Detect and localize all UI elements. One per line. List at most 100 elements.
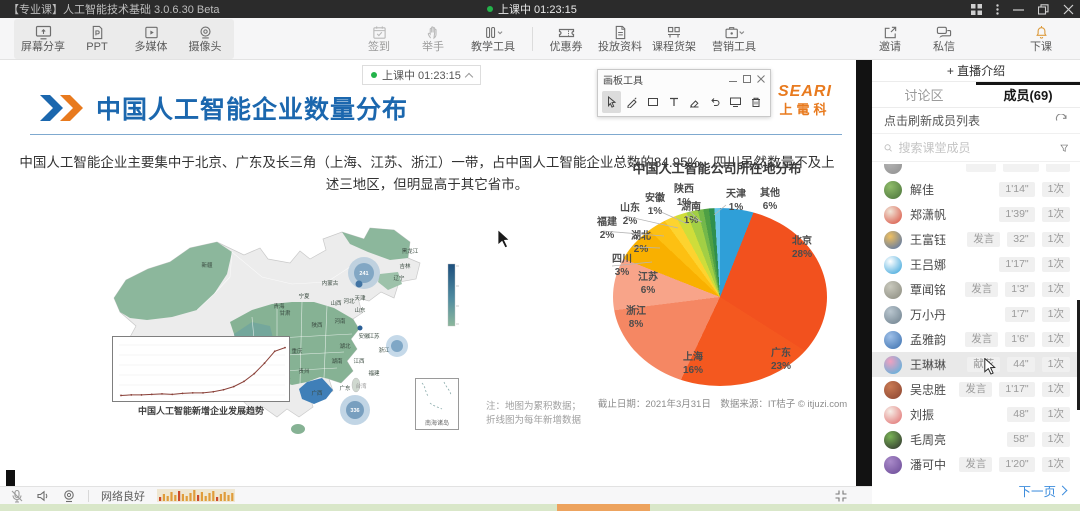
avatar xyxy=(884,306,902,324)
member-row[interactable]: 王富钰发言32"1次 xyxy=(872,227,1080,252)
whiteboard-tools-panel: 画板工具 xyxy=(597,69,771,117)
member-row[interactable]: 王琳琳献花44"1次 xyxy=(872,352,1080,377)
eraser-icon xyxy=(688,96,700,108)
screen-share-button[interactable]: 屏幕分享 xyxy=(16,19,70,59)
tool-rectangle[interactable] xyxy=(643,91,662,113)
app-window: 【专业课】人工智能技术基础 3.0.6.30 Beta 上课中 01:23:15… xyxy=(0,0,1080,511)
apps-grid-icon[interactable] xyxy=(971,4,982,15)
filter-funnel-icon[interactable] xyxy=(1060,142,1069,154)
svg-text:河南: 河南 xyxy=(334,317,346,325)
teaching-tools-button[interactable]: 教学工具 xyxy=(460,19,526,59)
end-class-bell-icon xyxy=(1034,25,1049,40)
avatar xyxy=(884,356,902,374)
hand-icon xyxy=(426,25,441,40)
ppt-button[interactable]: PPT xyxy=(70,19,124,59)
member-row[interactable]: 王吕娜1'17"1次 xyxy=(872,252,1080,277)
push-materials-button[interactable]: 投放资料 xyxy=(593,19,647,59)
seari-logo: SEARI 上電科 xyxy=(778,84,832,116)
class-status: 上课中 01:23:15 xyxy=(487,1,577,17)
count-badge: 1次 xyxy=(1042,432,1070,448)
tool-eraser[interactable] xyxy=(685,91,704,113)
member-row[interactable]: 潘可中发言1'20"1次 xyxy=(872,452,1080,477)
minimize-button[interactable] xyxy=(1013,4,1024,15)
tool-undo[interactable] xyxy=(706,91,725,113)
taskbar-strip xyxy=(0,504,1080,511)
raise-hand-button[interactable]: 举手 xyxy=(406,19,460,59)
badge-placeholder xyxy=(1003,164,1039,172)
svg-text:广东: 广东 xyxy=(339,384,351,392)
svg-text:甘肃: 甘肃 xyxy=(279,309,291,317)
statusbar-divider xyxy=(88,490,89,502)
action-badge: 发言 xyxy=(965,332,998,348)
svg-text:河北: 河北 xyxy=(343,297,355,305)
member-row[interactable]: 孟雅韵发言1'6"1次 xyxy=(872,327,1080,352)
refresh-member-list[interactable]: 点击刷新成员列表 xyxy=(872,108,1080,134)
trend-chart-caption: 中国人工智能新增企业发展趋势 xyxy=(112,404,290,417)
member-row[interactable] xyxy=(872,164,1080,177)
live-intro-button[interactable]: + 直播介绍 xyxy=(872,60,1080,82)
member-row[interactable]: 解佳1'14"1次 xyxy=(872,177,1080,202)
panel-minimize-icon[interactable] xyxy=(729,75,737,83)
count-badge: 1次 xyxy=(1042,382,1070,398)
member-row[interactable]: 万小丹1'7"1次 xyxy=(872,302,1080,327)
bubble-shanghai xyxy=(386,335,408,357)
trash-icon xyxy=(750,96,762,108)
tool-select[interactable] xyxy=(602,91,621,113)
close-button[interactable] xyxy=(1063,4,1074,15)
shelf-icon xyxy=(666,25,682,40)
tool-pen[interactable] xyxy=(623,91,642,113)
next-page-link[interactable]: 下一页 xyxy=(1018,481,1066,500)
floating-class-status[interactable]: 上课中 01:23:15 xyxy=(362,65,481,85)
speaker-icon[interactable] xyxy=(36,489,50,503)
live-dot-icon xyxy=(487,6,493,12)
action-badge: 发言 xyxy=(959,382,992,398)
webcam-status-icon[interactable] xyxy=(62,489,76,503)
member-row[interactable]: 毛周亮58"1次 xyxy=(872,427,1080,452)
svg-text:陕西: 陕西 xyxy=(311,321,323,329)
direct-message-button[interactable]: 私信 xyxy=(917,19,971,59)
svg-text:台湾: 台湾 xyxy=(355,382,367,390)
tab-discussion[interactable]: 讨论区 xyxy=(872,82,976,107)
tool-board[interactable] xyxy=(726,91,745,113)
invite-button[interactable]: 邀请 xyxy=(863,19,917,59)
pie-slice-label: 其他6% xyxy=(750,188,790,213)
end-class-button[interactable]: 下课 xyxy=(1014,19,1068,59)
pen-icon xyxy=(626,96,638,108)
member-row[interactable]: 郑潇帆1'39"1次 xyxy=(872,202,1080,227)
member-row[interactable]: 刘振48"1次 xyxy=(872,402,1080,427)
svg-text:辽宁: 辽宁 xyxy=(393,274,405,282)
marketing-tools-button[interactable]: 营销工具 xyxy=(701,19,767,59)
collapse-toolbar-icon[interactable] xyxy=(834,490,848,502)
microphone-muted-icon[interactable] xyxy=(10,489,24,503)
pie-slice-label: 四川3% xyxy=(602,254,642,279)
title-chevrons-icon xyxy=(38,94,84,122)
member-row[interactable]: 覃闻铭发言1'3"1次 xyxy=(872,277,1080,302)
search-input[interactable] xyxy=(899,141,1054,155)
media-button-group: 屏幕分享 PPT 多媒体 摄像头 xyxy=(14,19,234,59)
south-sea-inset: 南海诸岛 xyxy=(415,378,459,430)
panel-maximize-icon[interactable] xyxy=(743,75,751,83)
tab-members[interactable]: 成员(69) xyxy=(976,82,1080,107)
more-menu-icon[interactable] xyxy=(996,4,999,15)
trend-inset-chart xyxy=(112,336,290,402)
panel-close-icon[interactable] xyxy=(757,75,765,83)
speak-time-badge: 1'3" xyxy=(1005,282,1034,298)
coupon-button[interactable]: 优惠券 xyxy=(539,19,593,59)
action-badge: 发言 xyxy=(967,232,1000,248)
check-in-button[interactable]: 签到 xyxy=(352,19,406,59)
search-icon xyxy=(884,142,893,154)
tool-text[interactable] xyxy=(664,91,683,113)
camera-button[interactable]: 摄像头 xyxy=(178,19,232,59)
avatar xyxy=(884,256,902,274)
svg-text:湖北: 湖北 xyxy=(339,342,351,350)
svg-text:黑龙江: 黑龙江 xyxy=(402,247,419,255)
tool-trash[interactable] xyxy=(747,91,766,113)
member-name: 孟雅韵 xyxy=(910,331,946,348)
member-row[interactable]: 吴忠胜发言1'17"1次 xyxy=(872,377,1080,402)
course-shelf-button[interactable]: 课程货架 xyxy=(647,19,701,59)
member-name: 解佳 xyxy=(910,181,934,198)
restore-button[interactable] xyxy=(1038,4,1049,15)
svg-text:241: 241 xyxy=(359,271,368,277)
action-badge: 献花 xyxy=(967,357,1000,373)
multimedia-button[interactable]: 多媒体 xyxy=(124,19,178,59)
